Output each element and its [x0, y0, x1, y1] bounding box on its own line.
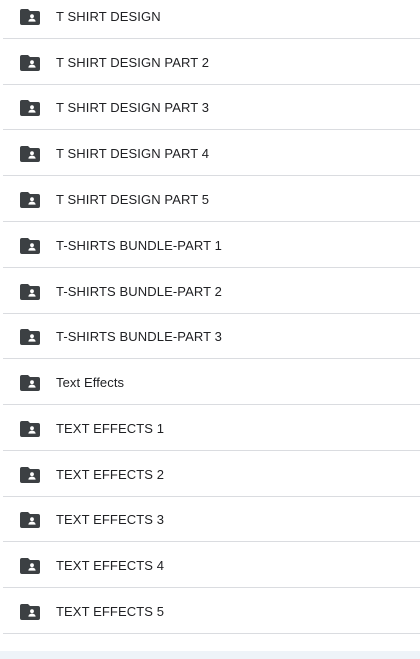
folder-name: T SHIRT DESIGN PART 2	[56, 55, 210, 70]
folder-name: T SHIRT DESIGN PART 4	[56, 146, 210, 161]
folder-row[interactable]: T SHIRT DESIGN	[0, 0, 420, 39]
folder-name: Text Effects	[56, 375, 125, 390]
folder-name: TEXT EFFECTS 3	[56, 512, 165, 527]
folder-name: T SHIRT DESIGN PART 3	[56, 100, 210, 115]
shared-folder-icon	[20, 603, 40, 620]
shared-folder-icon	[20, 511, 40, 528]
folder-name: TEXT EFFECTS 2	[56, 467, 165, 482]
folder-row[interactable]: T SHIRT DESIGN PART 2	[0, 40, 420, 85]
folder-row[interactable]: TEXT EFFECTS 3	[0, 497, 420, 542]
folder-row[interactable]: T SHIRT DESIGN PART 4	[0, 131, 420, 176]
shared-folder-icon	[20, 99, 40, 116]
folder-name: T SHIRT DESIGN	[56, 9, 161, 24]
folder-row[interactable]: T SHIRT DESIGN PART 5	[0, 177, 420, 222]
folder-row[interactable]: TEXT EFFECTS 4	[0, 543, 420, 588]
folder-row[interactable]: T-SHIRTS BUNDLE-PART 1	[0, 223, 420, 268]
shared-folder-icon	[20, 283, 40, 300]
folder-row[interactable]: TEXT EFFECTS 5	[0, 589, 420, 634]
shared-folder-icon	[20, 237, 40, 254]
shared-folder-icon	[20, 8, 40, 25]
folder-name: TEXT EFFECTS 5	[56, 604, 165, 619]
shared-folder-icon	[20, 191, 40, 208]
folder-row[interactable]: Text Effects	[0, 360, 420, 405]
folder-row[interactable]: T-SHIRTS BUNDLE-PART 2	[0, 269, 420, 314]
folder-name: TEXT EFFECTS 4	[56, 558, 165, 573]
folder-list: T SHIRT DESIGN T SHIRT DESIGN PART 2 T S…	[0, 0, 420, 651]
folder-name: T-SHIRTS BUNDLE-PART 1	[56, 238, 222, 253]
folder-name: T-SHIRTS BUNDLE-PART 3	[56, 329, 222, 344]
shared-folder-icon	[20, 145, 40, 162]
bottom-panel-edge	[0, 651, 420, 659]
folder-row[interactable]: TEXT EFFECTS 2	[0, 452, 420, 497]
shared-folder-icon	[20, 420, 40, 437]
folder-row[interactable]: T-SHIRTS BUNDLE-PART 3	[0, 314, 420, 359]
shared-folder-icon	[20, 328, 40, 345]
folder-name: TEXT EFFECTS 1	[56, 421, 165, 436]
folder-row[interactable]: T SHIRT DESIGN PART 3	[0, 85, 420, 130]
folder-name: T-SHIRTS BUNDLE-PART 2	[56, 284, 222, 299]
shared-folder-icon	[20, 374, 40, 391]
shared-folder-icon	[20, 466, 40, 483]
shared-folder-icon	[20, 54, 40, 71]
folder-row[interactable]: TEXT EFFECTS 1	[0, 406, 420, 451]
shared-folder-icon	[20, 557, 40, 574]
folder-name: T SHIRT DESIGN PART 5	[56, 192, 210, 207]
